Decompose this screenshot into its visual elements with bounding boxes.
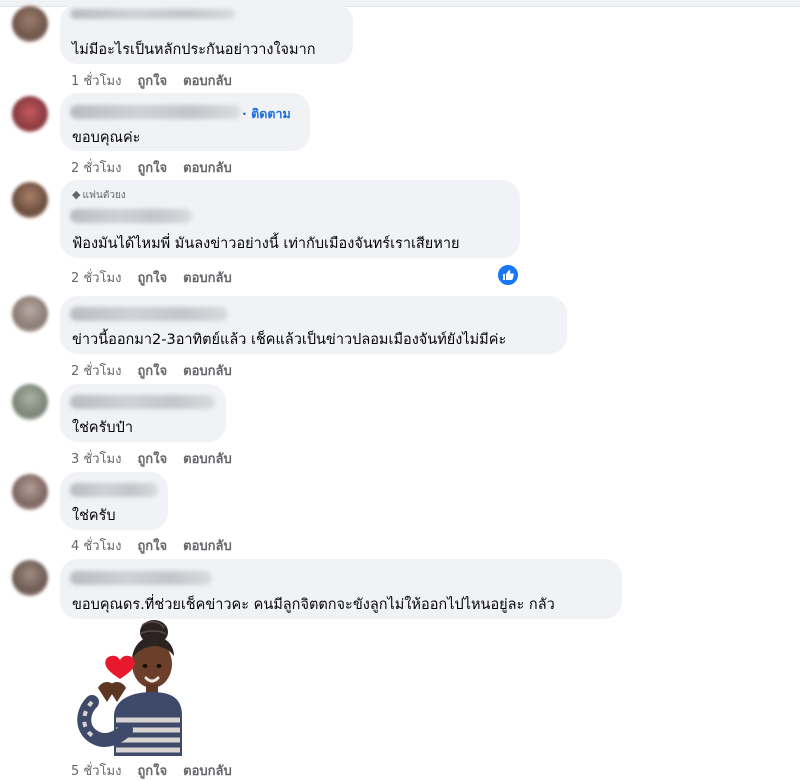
comment-actions: 1 ชั่วโมง ถูกใจ ตอบกลับ <box>71 70 248 91</box>
comment-actions: 4 ชั่วโมง ถูกใจ ตอบกลับ <box>71 535 248 556</box>
avatar[interactable] <box>12 182 48 218</box>
comment-text: ข่าวนี้ออกมา2-3อาทิตย์แล้ว เช็คแล้วเป็นข… <box>72 332 507 348</box>
comment-bubble: ขอบคุณดร.ที่ช่วยเช็คข่าวคะ คนมีลูกจิตตกจ… <box>60 559 622 619</box>
avatar[interactable] <box>12 384 48 420</box>
diamond-icon: ◆ <box>72 188 81 201</box>
heart-sticker[interactable] <box>72 618 182 756</box>
comment-bubble: ◆ แฟนตัวยง ฟ้องมันได้ไหมพี่ มันลงข่าวอย่า… <box>60 180 520 258</box>
comment-time[interactable]: 3 ชั่วโมง <box>71 452 121 467</box>
like-button[interactable]: ถูกใจ <box>137 74 167 89</box>
comment-actions: 2 ชั่วโมง ถูกใจ ตอบกลับ <box>71 360 248 381</box>
author-name[interactable] <box>70 307 228 321</box>
comment-bubble: · ติดตาม ขอบคุณค่ะ <box>60 93 310 151</box>
comment-time[interactable]: 1 ชั่วโมง <box>71 74 121 89</box>
author-name[interactable] <box>70 105 240 119</box>
reply-button[interactable]: ตอบกลับ <box>183 539 232 554</box>
author-name[interactable] <box>70 395 215 409</box>
like-button[interactable]: ถูกใจ <box>137 271 167 286</box>
reply-button[interactable]: ตอบกลับ <box>183 74 232 89</box>
top-fan-badge: ◆ แฟนตัวยง <box>72 188 126 203</box>
avatar[interactable] <box>12 474 48 510</box>
avatar[interactable] <box>12 96 48 132</box>
comment-text: ขอบคุณดร.ที่ช่วยเช็คข่าวคะ คนมีลูกจิตตกจ… <box>72 597 555 613</box>
reply-button[interactable]: ตอบกลับ <box>183 271 232 286</box>
reply-button[interactable]: ตอบกลับ <box>183 161 232 176</box>
author-name[interactable] <box>70 9 235 19</box>
like-button[interactable]: ถูกใจ <box>137 764 167 779</box>
comment-actions: 2 ชั่วโมง ถูกใจ ตอบกลับ <box>71 157 248 178</box>
reply-button[interactable]: ตอบกลับ <box>183 364 232 379</box>
comment-actions: 2 ชั่วโมง ถูกใจ ตอบกลับ <box>71 267 248 288</box>
comment-time[interactable]: 2 ชั่วโมง <box>71 161 121 176</box>
comment-text: ใช่ครับป๋า <box>72 420 133 436</box>
avatar[interactable] <box>12 296 48 332</box>
comment-text: ฟ้องมันได้ไหมพี่ มันลงข่าวอย่างนี้ เท่าก… <box>72 236 460 252</box>
comment-bubble: ข่าวนี้ออกมา2-3อาทิตย์แล้ว เช็คแล้วเป็นข… <box>60 296 567 354</box>
like-button[interactable]: ถูกใจ <box>137 452 167 467</box>
avatar[interactable] <box>12 6 48 42</box>
comment-text: ไม่มีอะไรเป็นหลักประกันอย่าวางใจมาก <box>72 42 316 58</box>
reply-button[interactable]: ตอบกลับ <box>183 764 232 779</box>
comment-time[interactable]: 2 ชั่วโมง <box>71 271 121 286</box>
comment-actions: 3 ชั่วโมง ถูกใจ ตอบกลับ <box>71 448 248 469</box>
like-reaction-icon[interactable] <box>496 263 520 287</box>
author-name[interactable] <box>70 209 192 223</box>
comment-text: ใช่ครับ <box>72 508 116 524</box>
reply-button[interactable]: ตอบกลับ <box>183 452 232 467</box>
comment-time[interactable]: 4 ชั่วโมง <box>71 539 121 554</box>
avatar[interactable] <box>12 560 48 596</box>
comment-actions: 5 ชั่วโมง ถูกใจ ตอบกลับ <box>71 760 248 781</box>
like-button[interactable]: ถูกใจ <box>137 161 167 176</box>
author-name[interactable] <box>70 483 158 497</box>
follow-link[interactable]: · ติดตาม <box>242 104 291 124</box>
comment-bubble: ไม่มีอะไรเป็นหลักประกันอย่าวางใจมาก <box>60 4 353 64</box>
comment-text: ขอบคุณค่ะ <box>72 130 141 146</box>
like-button[interactable]: ถูกใจ <box>137 539 167 554</box>
badge-label: แฟนตัวยง <box>82 190 126 201</box>
comment-bubble: ใช่ครับป๋า <box>60 384 226 442</box>
author-name[interactable] <box>70 571 212 585</box>
comment-time[interactable]: 5 ชั่วโมง <box>71 764 121 779</box>
like-button[interactable]: ถูกใจ <box>137 364 167 379</box>
comment-bubble: ใช่ครับ <box>60 472 168 530</box>
comment-time[interactable]: 2 ชั่วโมง <box>71 364 121 379</box>
